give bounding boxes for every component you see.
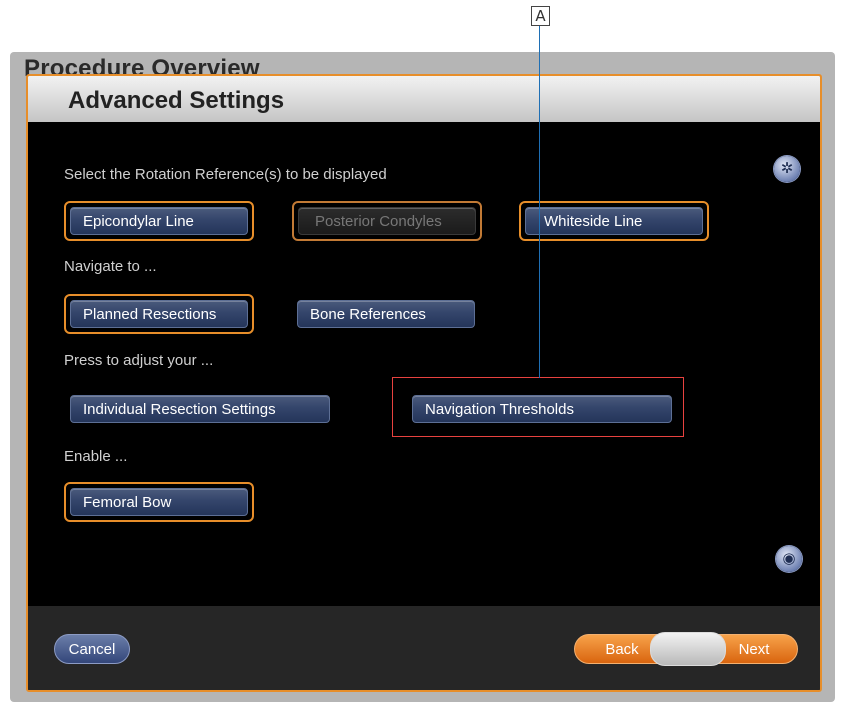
navigate-prompt: Navigate to ...: [64, 258, 157, 275]
cancel-button[interactable]: Cancel: [54, 634, 130, 664]
femoral-bow-button[interactable]: Femoral Bow: [70, 488, 248, 516]
center-pill[interactable]: [650, 632, 726, 666]
planned-resections-frame: Planned Resections: [64, 294, 254, 334]
dialog-footer: Cancel Back Next: [28, 606, 820, 690]
adjust-prompt: Press to adjust your ...: [64, 352, 214, 369]
enable-prompt: Enable ...: [64, 448, 128, 465]
callout-label: A: [531, 6, 550, 26]
posterior-condyles-frame: Posterior Condyles: [292, 201, 482, 241]
epicondylar-line-button[interactable]: Epicondylar Line: [70, 207, 248, 235]
dialog-header: Advanced Settings: [28, 76, 820, 124]
camera-icon[interactable]: ◉: [776, 546, 802, 572]
highlight-box: [392, 377, 684, 437]
whiteside-line-frame: Whiteside Line: [519, 201, 709, 241]
gear-icon[interactable]: ✲: [774, 156, 800, 182]
dialog-body: Select the Rotation Reference(s) to be d…: [28, 122, 820, 606]
posterior-condyles-button[interactable]: Posterior Condyles: [298, 207, 476, 235]
dialog-title: Advanced Settings: [68, 87, 285, 114]
callout-line: [539, 26, 540, 378]
epicondylar-line-frame: Epicondylar Line: [64, 201, 254, 241]
bone-references-button[interactable]: Bone References: [297, 300, 475, 328]
whiteside-line-button[interactable]: Whiteside Line: [525, 207, 703, 235]
individual-resection-settings-button[interactable]: Individual Resection Settings: [70, 395, 330, 423]
rotation-prompt: Select the Rotation Reference(s) to be d…: [64, 166, 387, 183]
planned-resections-button[interactable]: Planned Resections: [70, 300, 248, 328]
femoral-bow-frame: Femoral Bow: [64, 482, 254, 522]
